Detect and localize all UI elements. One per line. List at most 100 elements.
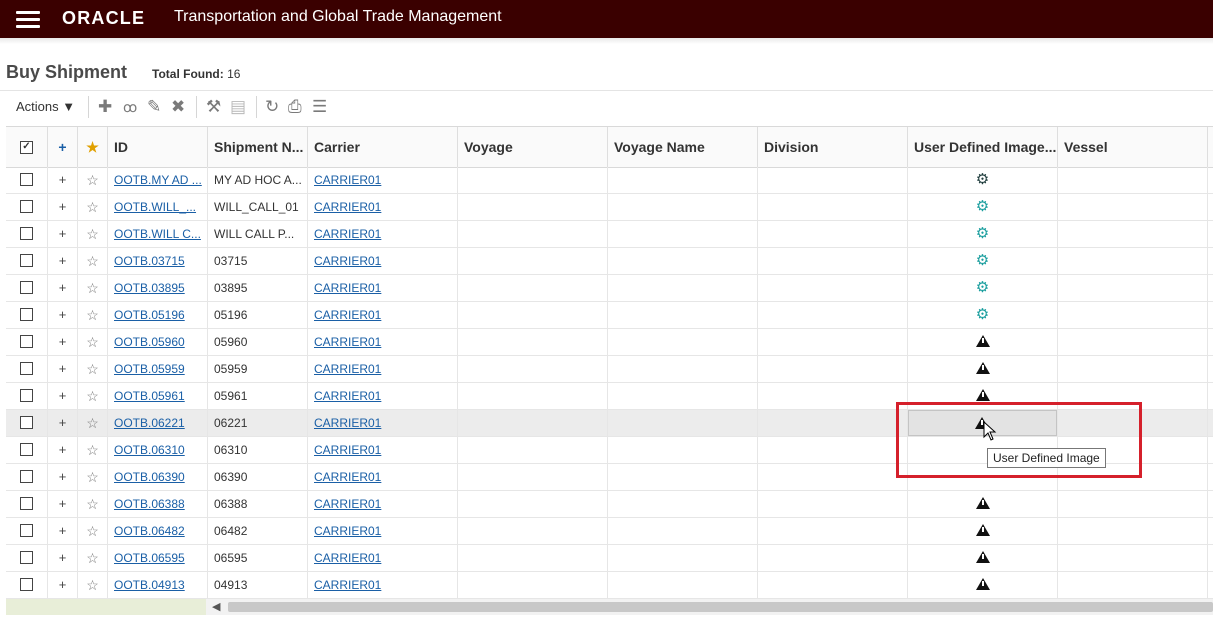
shipment-id-link[interactable]: OOTB.WILL_... (114, 200, 196, 214)
shipment-id-link[interactable]: OOTB.06482 (114, 524, 185, 538)
row-checkbox[interactable] (6, 518, 48, 544)
carrier-link[interactable]: CARRIER01 (314, 389, 381, 403)
user-defined-image-cell[interactable]: ⚙ (908, 194, 1058, 220)
favorite-star-icon[interactable]: ☆ (78, 194, 108, 220)
expand-row-icon[interactable]: + (48, 572, 78, 598)
tools-icon[interactable]: ⚒ (206, 97, 221, 117)
favorite-star-icon[interactable]: ☆ (78, 464, 108, 490)
table-row[interactable]: + ☆ OOTB.05959 05959 CARRIER01 (6, 356, 1213, 383)
shipment-id-link[interactable]: OOTB.03715 (114, 254, 185, 268)
expand-row-icon[interactable]: + (48, 167, 78, 193)
row-checkbox[interactable] (6, 437, 48, 463)
row-checkbox[interactable] (6, 329, 48, 355)
table-row[interactable]: + ☆ OOTB.04913 04913 CARRIER01 (6, 572, 1213, 599)
shipment-id-link[interactable]: OOTB.06221 (114, 416, 185, 430)
expand-row-icon[interactable]: + (48, 275, 78, 301)
expand-all-icon[interactable]: + (48, 127, 78, 167)
menu-icon[interactable] (16, 11, 40, 28)
user-defined-image-cell[interactable]: ⚙ (908, 302, 1058, 328)
columns-icon[interactable]: ☰ (312, 97, 327, 117)
user-defined-image-cell[interactable] (908, 518, 1058, 544)
favorite-star-icon[interactable]: ☆ (78, 275, 108, 301)
carrier-link[interactable]: CARRIER01 (314, 173, 381, 187)
column-header-voyage-name[interactable]: Voyage Name (608, 127, 758, 167)
favorite-star-icon[interactable]: ☆ (78, 248, 108, 274)
shipment-id-link[interactable]: OOTB.03895 (114, 281, 185, 295)
row-checkbox[interactable] (6, 464, 48, 490)
row-checkbox[interactable] (6, 410, 48, 436)
table-row[interactable]: + ☆ OOTB.03715 03715 CARRIER01 ⚙ (6, 248, 1213, 275)
expand-row-icon[interactable]: + (48, 221, 78, 247)
table-row[interactable]: + ☆ OOTB.05960 05960 CARRIER01 (6, 329, 1213, 356)
carrier-link[interactable]: CARRIER01 (314, 362, 381, 376)
table-row[interactable]: + ☆ OOTB.06595 06595 CARRIER01 (6, 545, 1213, 572)
expand-row-icon[interactable]: + (48, 356, 78, 382)
shipment-id-link[interactable]: OOTB.05959 (114, 362, 185, 376)
refresh-icon[interactable]: ↻ (265, 97, 279, 117)
column-header-id[interactable]: ID (108, 127, 208, 167)
shipment-id-link[interactable]: OOTB.06310 (114, 443, 185, 457)
row-checkbox[interactable] (6, 275, 48, 301)
carrier-link[interactable]: CARRIER01 (314, 497, 381, 511)
expand-row-icon[interactable]: + (48, 437, 78, 463)
favorite-star-icon[interactable]: ☆ (78, 383, 108, 409)
favorite-header-star-icon[interactable]: ★ (78, 127, 108, 167)
favorite-star-icon[interactable]: ☆ (78, 518, 108, 544)
carrier-link[interactable]: CARRIER01 (314, 416, 381, 430)
column-header-division[interactable]: Division (758, 127, 908, 167)
user-defined-image-cell[interactable] (908, 572, 1058, 598)
row-checkbox[interactable] (6, 383, 48, 409)
user-defined-image-cell[interactable] (908, 545, 1058, 571)
print-icon[interactable]: ⎙ (288, 97, 302, 117)
carrier-link[interactable]: CARRIER01 (314, 308, 381, 322)
carrier-link[interactable]: CARRIER01 (314, 443, 381, 457)
expand-row-icon[interactable]: + (48, 464, 78, 490)
shipment-id-link[interactable]: OOTB.06595 (114, 551, 185, 565)
row-checkbox[interactable] (6, 356, 48, 382)
column-header-user-defined-image[interactable]: User Defined Image... (908, 127, 1058, 167)
scrollbar-thumb[interactable] (228, 602, 1213, 612)
row-checkbox[interactable] (6, 572, 48, 598)
table-row[interactable]: + ☆ OOTB.WILL C... WILL CALL P... CARRIER01 ⚙ (6, 221, 1213, 248)
table-row[interactable]: + ☆ OOTB.06482 06482 CARRIER01 (6, 518, 1213, 545)
expand-row-icon[interactable]: + (48, 248, 78, 274)
shipment-id-link[interactable]: OOTB.05960 (114, 335, 185, 349)
column-header-carrier[interactable]: Carrier (308, 127, 458, 167)
save-icon[interactable]: ▤ (230, 97, 246, 117)
column-header-vessel[interactable]: Vessel (1058, 127, 1208, 167)
favorite-star-icon[interactable]: ☆ (78, 167, 108, 193)
expand-row-icon[interactable]: + (48, 383, 78, 409)
shipment-id-link[interactable]: OOTB.05196 (114, 308, 185, 322)
user-defined-image-cell[interactable]: ⚙ (908, 221, 1058, 247)
carrier-link[interactable]: CARRIER01 (314, 578, 381, 592)
user-defined-image-cell[interactable] (908, 329, 1058, 355)
select-all-checkbox[interactable]: ✓ (6, 127, 48, 167)
user-defined-image-cell[interactable]: ⚙ (908, 275, 1058, 301)
row-checkbox[interactable] (6, 221, 48, 247)
add-icon[interactable]: ✚ (98, 97, 112, 117)
carrier-link[interactable]: CARRIER01 (314, 470, 381, 484)
carrier-link[interactable]: CARRIER01 (314, 551, 381, 565)
row-checkbox[interactable] (6, 248, 48, 274)
delete-icon[interactable]: ✖ (171, 97, 185, 117)
expand-row-icon[interactable]: + (48, 302, 78, 328)
table-row[interactable]: + ☆ OOTB.MY AD ... MY AD HOC A... CARRIER01 ⚙ (6, 167, 1213, 194)
edit-icon[interactable]: ✎ (147, 97, 161, 117)
shipment-id-link[interactable]: OOTB.05961 (114, 389, 185, 403)
row-checkbox[interactable] (6, 491, 48, 517)
favorite-star-icon[interactable]: ☆ (78, 221, 108, 247)
favorite-star-icon[interactable]: ☆ (78, 356, 108, 382)
horizontal-scrollbar[interactable]: ◀ (6, 599, 1213, 615)
favorite-star-icon[interactable]: ☆ (78, 302, 108, 328)
carrier-link[interactable]: CARRIER01 (314, 200, 381, 214)
carrier-link[interactable]: CARRIER01 (314, 281, 381, 295)
carrier-link[interactable]: CARRIER01 (314, 335, 381, 349)
user-defined-image-cell[interactable] (908, 491, 1058, 517)
expand-row-icon[interactable]: + (48, 545, 78, 571)
favorite-star-icon[interactable]: ☆ (78, 410, 108, 436)
row-checkbox[interactable] (6, 545, 48, 571)
view-icon[interactable]: ꝏ (123, 97, 137, 117)
shipment-id-link[interactable]: OOTB.WILL C... (114, 227, 201, 241)
expand-row-icon[interactable]: + (48, 329, 78, 355)
favorite-star-icon[interactable]: ☆ (78, 572, 108, 598)
